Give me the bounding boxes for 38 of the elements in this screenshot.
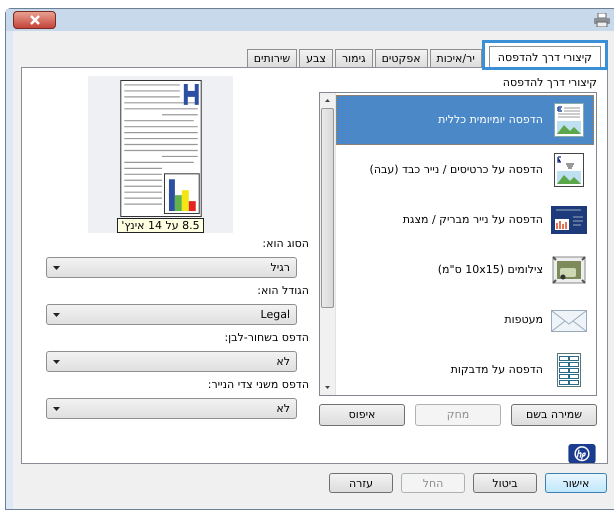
dropdown-arrow-icon: [53, 312, 60, 316]
dropdown-arrow-icon: [53, 266, 60, 270]
paper-size-caption: 8.5 על 14 אינץ': [117, 218, 204, 233]
tab[interactable]: גימור: [334, 49, 373, 67]
document-icon: [551, 102, 587, 137]
tab[interactable]: שירותים: [246, 49, 298, 67]
shortcut-item[interactable]: מעטפות: [336, 294, 594, 345]
dropdown[interactable]: רגיל: [46, 257, 297, 278]
setting-label: הגודל הוא:: [256, 284, 309, 298]
close-icon: [28, 15, 40, 25]
button[interactable]: איפוס: [319, 404, 405, 426]
setting-label: הדפס משני צדי הנייר:: [206, 378, 309, 392]
shortcut-item[interactable]: הדפסה על כרטיסים / נייר כבד (עבה): [336, 144, 594, 195]
shortcut-item[interactable]: הדפסה יומיומית כללית: [336, 94, 594, 145]
button[interactable]: ביטול: [473, 473, 537, 493]
tab[interactable]: צבע: [299, 49, 333, 67]
shortcut-item[interactable]: הדפסה על מדבקות: [336, 344, 594, 395]
dropdown-arrow-icon: [53, 360, 60, 364]
dropdown[interactable]: לא: [46, 351, 297, 372]
button[interactable]: שמירה בשם: [511, 404, 597, 426]
dropdown[interactable]: לא: [46, 398, 297, 419]
shortcut-list[interactable]: הדפסה יומיומית כללית הדפסה על כרטיסים / נייר כבד (עבה) הדפסה על נייר מבריק / מצגת צילומים (10x15 ס"מ) מעטפות הדפסה על מדבקות: [319, 92, 597, 396]
button[interactable]: אישור: [545, 473, 607, 493]
printer-icon: [594, 13, 610, 27]
button[interactable]: עזרה: [329, 473, 393, 493]
setting-label: הסוג הוא:: [261, 237, 309, 251]
shortcut-item[interactable]: הדפסה על נייר מבריק / מצגת: [336, 194, 594, 245]
tab[interactable]: אפקטים: [374, 49, 428, 67]
dropdown[interactable]: Legal: [46, 304, 297, 325]
scrollbar[interactable]: [320, 92, 336, 395]
tab[interactable]: קיצורי דרך להדפסה: [488, 46, 601, 67]
document-icon: [551, 152, 587, 187]
close-button[interactable]: [13, 11, 56, 29]
section-heading: קיצורי דרך להדפסה: [502, 76, 597, 91]
dropdown-arrow-icon: [53, 406, 60, 410]
shortcut-item[interactable]: צילומים (10x15 ס"מ): [336, 244, 594, 295]
setting-label: הדפס בשחור-לבן:: [223, 331, 309, 345]
tab[interactable]: יר/איכות: [430, 49, 482, 67]
